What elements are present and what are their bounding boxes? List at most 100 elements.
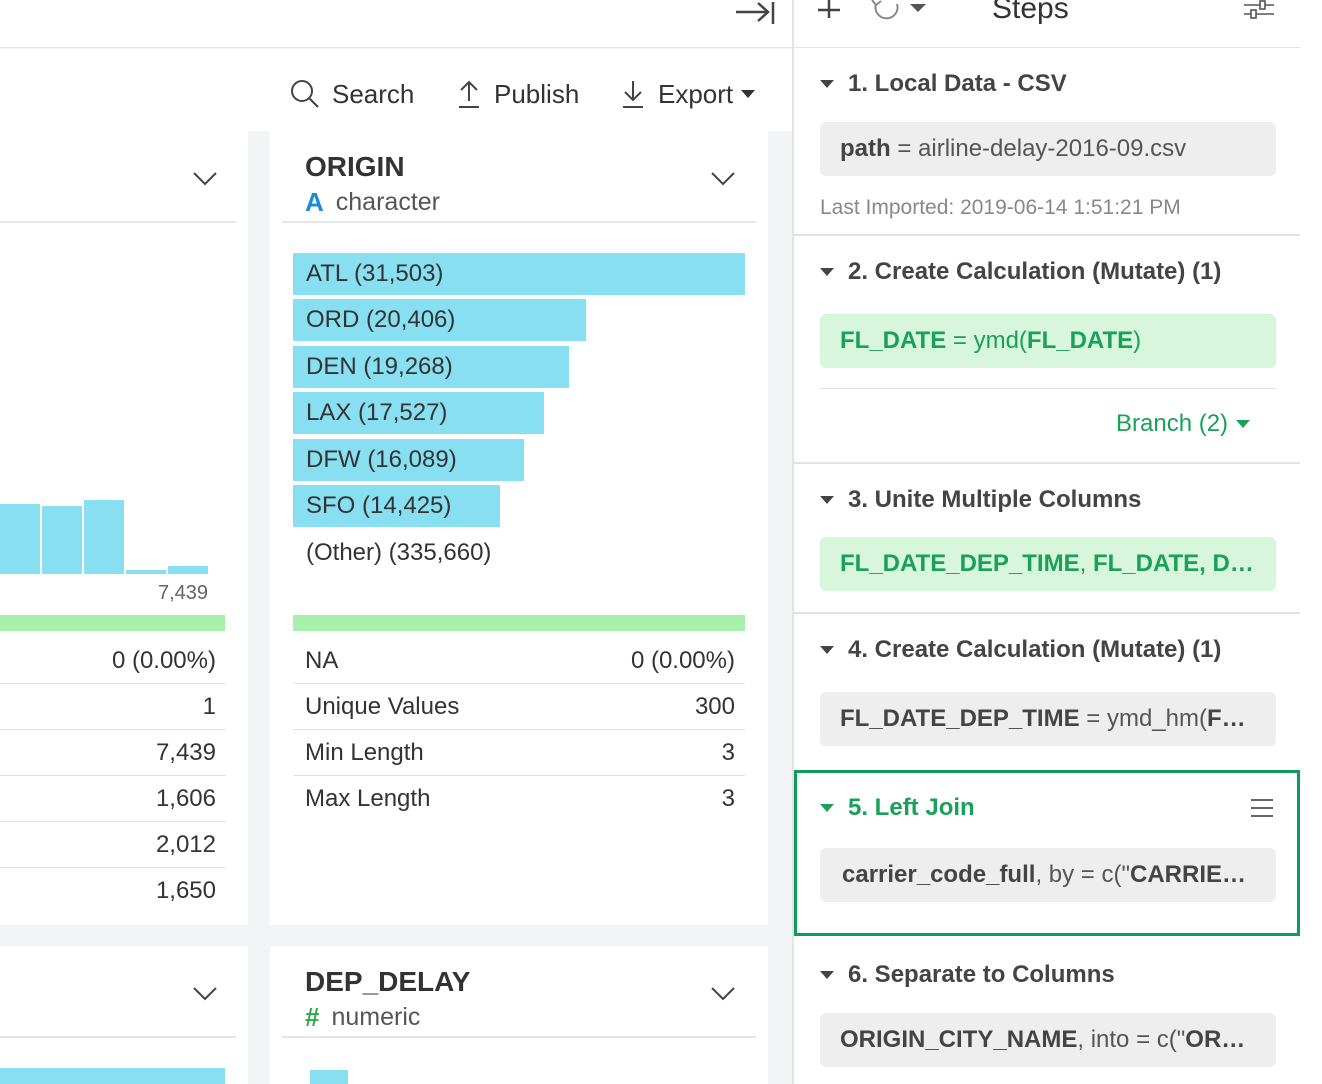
column-name: ORIGIN	[305, 151, 405, 182]
stat-value: 1	[202, 693, 216, 720]
step-2-title[interactable]: 2. Create Calculation (Mutate) (1)	[820, 258, 1221, 286]
column-name: DEP_DELAY	[305, 966, 471, 997]
step-menu-icon[interactable]	[1250, 798, 1274, 818]
card-header-divider	[282, 221, 756, 223]
publish-label: Publish	[494, 78, 580, 109]
collapse-triangle-icon[interactable]	[820, 804, 834, 812]
step-title-text: 4. Create Calculation (Mutate) (1)	[848, 636, 1222, 663]
step-4-title[interactable]: 4. Create Calculation (Mutate) (1)	[820, 636, 1221, 664]
stat-label: NA	[305, 647, 339, 674]
param-key-2: FL_DATE	[1026, 327, 1134, 354]
settings-sliders-icon[interactable]	[1242, 0, 1276, 20]
histogram-bar	[84, 499, 124, 574]
stat-value: 0 (0.00%)	[630, 647, 735, 674]
column-type-label: numeric	[331, 1003, 421, 1031]
collapse-triangle-icon[interactable]	[820, 268, 834, 276]
stat-value: 3	[721, 739, 735, 766]
hist-max-label: 7,439	[158, 582, 209, 604]
top-value-row[interactable]: DFW (16,089)	[293, 438, 745, 481]
branch-divider	[820, 388, 1276, 389]
top-value-label: ATL (31,503)	[306, 260, 444, 287]
top-value-row[interactable]: DEN (19,268)	[293, 345, 745, 388]
branch-caret-icon	[1236, 420, 1251, 428]
chevron-down-icon[interactable]	[710, 986, 736, 1002]
top-value-label: ORD (20,406)	[306, 306, 456, 334]
step-6-summary[interactable]: ORIGIN_CITY_NAME, into = c("OR…	[820, 1013, 1276, 1067]
stat-row: 1,650	[0, 868, 226, 914]
collapse-triangle-icon[interactable]	[820, 496, 834, 504]
step-title-text: 2. Create Calculation (Mutate) (1)	[848, 258, 1222, 285]
column-card-partial-lower	[0, 946, 248, 1084]
collapse-triangle-icon[interactable]	[820, 80, 834, 88]
search-button[interactable]: Search	[290, 77, 414, 111]
collapse-panel-icon[interactable]	[734, 2, 776, 32]
step-3-title[interactable]: 3. Unite Multiple Columns	[820, 486, 1141, 514]
export-label: Export	[658, 78, 734, 109]
step-divider	[794, 462, 1300, 464]
export-caret-icon	[741, 90, 756, 98]
stat-label: Min Length	[305, 739, 424, 766]
top-value-row[interactable]: ORD (20,406)	[293, 299, 745, 342]
collapse-triangle-icon[interactable]	[820, 646, 834, 654]
step-6-title[interactable]: 6. Separate to Columns	[820, 961, 1115, 989]
step-3-summary[interactable]: FL_DATE_DEP_TIME, FL_DATE, D…	[820, 537, 1276, 591]
top-value-row[interactable]: LAX (17,527)	[293, 392, 745, 435]
download-icon	[623, 81, 643, 108]
step-1-title[interactable]: 1. Local Data - CSV	[820, 70, 1067, 98]
refresh-dropdown-icon[interactable]	[870, 0, 928, 22]
top-value-row[interactable]: SFO (14,425)	[293, 485, 745, 527]
na-ratio-bar	[293, 615, 745, 631]
export-button[interactable]: Export	[620, 77, 756, 111]
param-rest: = ymd(	[946, 327, 1027, 354]
stat-row-max-length: Max Length 3	[293, 776, 745, 822]
histogram-bar	[0, 503, 40, 574]
stat-row: 1,606	[0, 776, 226, 822]
stat-label: Unique Values	[305, 693, 460, 720]
publish-button[interactable]: Publish	[456, 77, 579, 111]
chevron-down-icon[interactable]	[192, 986, 218, 1002]
other-values-label: (Other) (335,660)	[306, 539, 492, 566]
top-value-label: SFO (14,425)	[306, 492, 452, 519]
stat-row-unique-values: Unique Values 300	[293, 684, 745, 730]
param-key: path	[840, 135, 891, 162]
top-value-row[interactable]: ATL (31,503)	[293, 253, 745, 295]
stat-row: 1	[0, 684, 226, 730]
card-header-divider	[0, 221, 236, 223]
steps-panel: Steps 1. Local Data - CSV path = airline…	[792, 0, 1322, 1084]
add-step-icon[interactable]	[814, 0, 844, 20]
stat-row: 0 (0.00%)	[0, 638, 226, 684]
histogram-bar	[126, 570, 166, 574]
stat-value: 0 (0.00%)	[111, 647, 216, 674]
other-values-row: (Other) (335,660)	[293, 532, 745, 574]
numeric-type-icon: #	[305, 1002, 320, 1032]
step-4-summary[interactable]: FL_DATE_DEP_TIME = ymd_hm(F…	[820, 692, 1276, 746]
column-type: # numeric	[305, 1002, 420, 1033]
stat-row: 2,012	[0, 822, 226, 868]
chevron-down-icon[interactable]	[710, 171, 736, 187]
steps-title: Steps	[992, 0, 1069, 25]
left-top-bar	[0, 0, 792, 48]
step-title-text: 5. Left Join	[848, 794, 975, 821]
step-title-text: 6. Separate to Columns	[848, 961, 1115, 988]
param-key: FL_DATE_DEP_TIME	[840, 705, 1080, 732]
step-2-summary[interactable]: FL_DATE = ymd(FL_DATE)	[820, 314, 1276, 368]
step-1-summary[interactable]: path = airline-delay-2016-09.csv	[820, 122, 1276, 176]
stat-value: 1,650	[155, 877, 216, 904]
top-value-label: DEN (19,268)	[306, 352, 453, 380]
stat-value: 300	[694, 693, 735, 720]
stat-row-na: NA 0 (0.00%)	[293, 638, 745, 684]
param-rest: , into = c("	[1077, 1026, 1186, 1053]
param-rest: ,	[1079, 550, 1093, 577]
branch-dropdown[interactable]: Branch (2)	[1116, 410, 1251, 438]
na-ratio-bar	[0, 615, 225, 631]
step-5-summary[interactable]: carrier_code_full, by = c("CARRIE…	[820, 848, 1276, 902]
step-divider	[794, 234, 1300, 236]
histogram-bar	[310, 1070, 348, 1084]
param-key: FL_DATE	[840, 327, 947, 354]
collapse-triangle-icon[interactable]	[820, 971, 834, 979]
chevron-down-icon[interactable]	[192, 171, 218, 187]
data-summary-area: Search Publish Export 7,439 0 (0.00%) 1 …	[0, 0, 792, 1084]
param-key: carrier_code_full	[842, 861, 1036, 888]
search-label: Search	[332, 78, 415, 109]
step-5-title[interactable]: 5. Left Join	[820, 794, 975, 822]
